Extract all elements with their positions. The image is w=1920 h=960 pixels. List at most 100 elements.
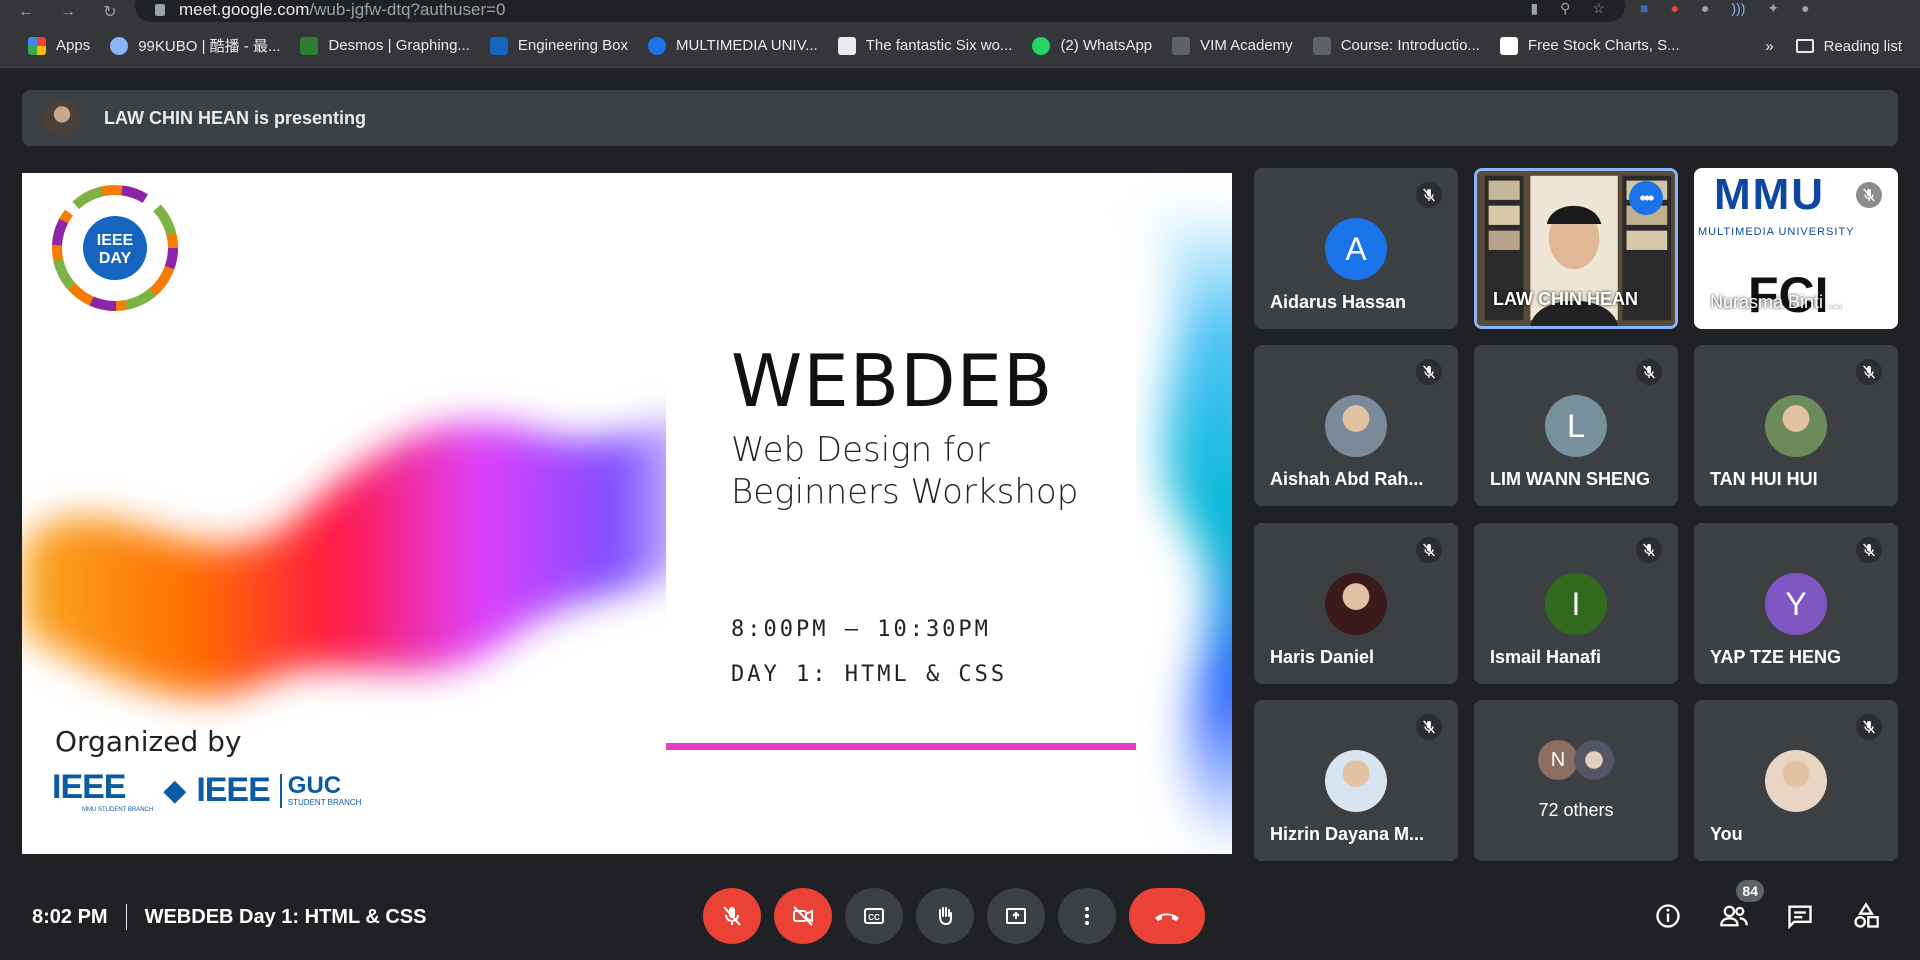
reload-icon[interactable]: ↻	[96, 2, 124, 22]
forward-icon[interactable]: →	[54, 2, 82, 22]
bookmark-vim-academy[interactable]: VIM Academy	[1162, 30, 1303, 62]
meeting-title: WEBDEB Day 1: HTML & CSS	[144, 905, 427, 928]
bookmark-engineering-box[interactable]: Engineering Box	[480, 30, 638, 62]
participant-tile[interactable]: Y YAP TZE HENG	[1694, 523, 1898, 684]
divider	[125, 904, 127, 930]
reading-list-button[interactable]: Reading list	[1795, 38, 1902, 55]
participant-tile[interactable]: Haris Daniel	[1254, 523, 1458, 684]
captions-button[interactable]: CC	[845, 888, 903, 944]
participant-tile[interactable]: Aishah Abd Rah...	[1254, 345, 1458, 506]
guc-text: GUC	[287, 771, 342, 799]
more-options-icon[interactable]: •••	[1629, 181, 1663, 215]
chat-icon	[1788, 905, 1812, 930]
more-options-button[interactable]	[1058, 888, 1116, 944]
mic-off-icon	[1416, 714, 1442, 740]
mic-off-icon	[1416, 182, 1442, 208]
participant-tile[interactable]: TAN HUI HUI	[1694, 345, 1898, 506]
bookmark-label: Free Stock Charts, S...	[1527, 37, 1680, 54]
participant-avatar: A	[1325, 218, 1387, 280]
ieee-mmu-logo: IEEE MMU STUDENT BRANCH	[52, 768, 153, 813]
mic-off-icon	[1856, 537, 1882, 563]
meeting-details: 8:02 PM WEBDEB Day 1: HTML & CSS	[32, 904, 426, 930]
present-button[interactable]	[987, 888, 1045, 944]
whatsapp-icon	[1032, 36, 1051, 55]
meeting-time: 8:02 PM	[32, 905, 108, 928]
ieee-guc-text: IEEE	[196, 771, 270, 809]
chat-button[interactable]	[1782, 898, 1818, 934]
participant-name: LAW CHIN HEAN	[1493, 289, 1638, 309]
reading-list-icon	[1795, 39, 1814, 53]
mmu-icon	[648, 36, 666, 55]
bookmark-label: Course: Introductio...	[1340, 37, 1480, 54]
profile-avatar[interactable]: ●	[1801, 0, 1809, 17]
participant-tile[interactable]: Hizrin Dayana M...	[1254, 700, 1458, 861]
microphone-button[interactable]	[703, 888, 761, 944]
star-icon[interactable]: ☆	[1592, 0, 1605, 17]
mic-off-icon	[1416, 537, 1442, 563]
participant-tile[interactable]: I Ismail Hanafi	[1474, 523, 1678, 684]
participant-name: You	[1710, 824, 1743, 844]
participant-tile[interactable]: MMU MULTIMEDIA UNIVERSITY FCI Nurasma Binti…	[1694, 168, 1898, 329]
zoom-icon[interactable]: ⚲	[1560, 0, 1570, 17]
bookmark-apps[interactable]: Apps	[18, 30, 100, 62]
back-icon[interactable]: ←	[12, 2, 40, 22]
bookmark-label: VIM Academy	[1200, 37, 1293, 54]
presenting-banner: LAW CHIN HEAN is presenting	[22, 90, 1898, 146]
bookmark-stock-charts[interactable]: Free Stock Charts, S...	[1490, 30, 1690, 62]
bookmark-desmos[interactable]: Desmos | Graphing...	[290, 30, 479, 62]
participant-avatar: I	[1545, 573, 1607, 635]
bookmark-mmu[interactable]: MULTIMEDIA UNIV...	[638, 30, 828, 62]
mic-off-icon	[1856, 182, 1882, 208]
guc-logo: GUC STUDENT BRANCH	[279, 771, 362, 808]
mic-off-icon	[1856, 359, 1882, 385]
color-swirl	[22, 403, 722, 697]
extensions-icon[interactable]: ✦	[1767, 0, 1779, 17]
adblock-ext-icon[interactable]: ●	[1670, 0, 1678, 17]
ieee-mmu-sub: MMU STUDENT BRANCH	[82, 807, 154, 813]
participant-avatar: Y	[1765, 573, 1827, 635]
participant-tile[interactable]: ••• LAW CHIN HEAN	[1474, 168, 1678, 329]
participant-avatar	[1325, 395, 1387, 457]
mic-off-icon	[1856, 714, 1882, 740]
camera-icon[interactable]: ▮	[1530, 0, 1538, 17]
organizer-logos: IEEE MMU STUDENT BRANCH ◆ IEEE GUC STUDE…	[52, 768, 361, 813]
slide-subtitle: Web Design for Beginners Workshop	[731, 430, 1079, 512]
svg-text:CC: CC	[868, 913, 880, 922]
participant-tile[interactable]: You	[1694, 700, 1898, 861]
bookmark-fantastic-six[interactable]: The fantastic Six wo...	[828, 30, 1023, 62]
lock-icon	[155, 4, 165, 16]
bookmark-99kubo[interactable]: 99KUBO | 酷播 - 最...	[100, 30, 290, 62]
leave-call-button[interactable]	[1129, 888, 1205, 944]
raise-hand-button[interactable]	[916, 888, 974, 944]
people-button[interactable]: 84	[1716, 880, 1764, 934]
meeting-details-button[interactable]	[1650, 898, 1686, 934]
apps-grid-icon	[28, 36, 46, 55]
organized-by-label: Organized by	[55, 725, 242, 758]
wechat-ext-icon[interactable]: ●	[1701, 0, 1709, 17]
call-controls: CC	[703, 888, 1205, 944]
camera-button[interactable]	[774, 888, 832, 944]
present-screen-icon	[1006, 908, 1026, 924]
participant-count-badge: 84	[1736, 880, 1764, 902]
activities-button[interactable]	[1848, 898, 1884, 934]
box-icon	[489, 36, 508, 55]
bookmark-course[interactable]: Course: Introductio...	[1303, 30, 1490, 62]
bookmark-label: MULTIMEDIA UNIV...	[676, 37, 818, 54]
mic-off-icon	[1636, 537, 1662, 563]
address-bar[interactable]: meet.google.com /wub-jgfw-dtq?authuser=0…	[135, 0, 1625, 22]
url-host: meet.google.com	[179, 0, 310, 19]
participant-tile[interactable]: N 72 others	[1474, 700, 1678, 861]
facebook-ext-icon[interactable]: ■	[1640, 0, 1648, 17]
hangup-icon	[1155, 913, 1179, 921]
slide-day: DAY 1: HTML & CSS	[731, 662, 1008, 687]
participant-tile[interactable]: A Aidarus Hassan	[1254, 168, 1458, 329]
bookmark-whatsapp[interactable]: (2) WhatsApp	[1022, 30, 1162, 62]
slide-time: 8:00PM – 10:30PM	[731, 617, 991, 642]
mmu-logo-text: MMU	[1714, 170, 1826, 219]
participant-name: Haris Daniel	[1270, 647, 1375, 667]
participant-tile[interactable]: L LIM WANN SHENG	[1474, 345, 1678, 506]
guc-sub: STUDENT BRANCH	[287, 797, 362, 807]
others-avatar-group: N	[1538, 740, 1614, 780]
bookmarks-overflow[interactable]: »	[1765, 38, 1773, 55]
wifi-ext-icon[interactable]: )))	[1731, 0, 1745, 17]
